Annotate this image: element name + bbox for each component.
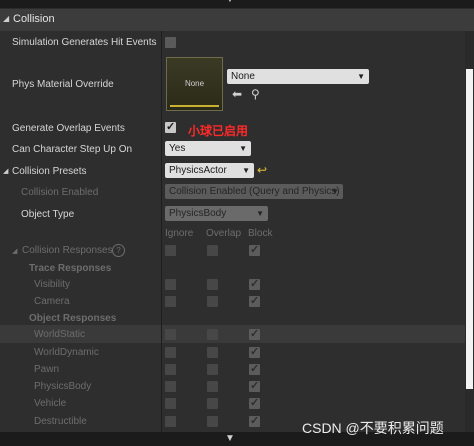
scrollbar-thumb[interactable] bbox=[466, 69, 473, 389]
step-up-value: Yes bbox=[169, 143, 186, 154]
help-icon[interactable]: ? bbox=[112, 244, 125, 257]
pawn-ignore-checkbox bbox=[165, 364, 176, 375]
trace-responses-label: Trace Responses bbox=[29, 263, 112, 274]
destructible-ignore-checkbox bbox=[165, 416, 176, 427]
visibility-overlap-checkbox bbox=[207, 279, 218, 290]
presets-value: PhysicsActor bbox=[169, 165, 227, 176]
annotation-text: 小球已启用 bbox=[188, 124, 249, 138]
destructible-block-checkbox bbox=[249, 414, 260, 427]
pawn-block-checkbox bbox=[249, 362, 260, 375]
watermark: CSDN @不要积累问题 bbox=[302, 420, 444, 436]
all-ignore-checkbox bbox=[165, 245, 176, 256]
worlddynamic-overlap-checkbox bbox=[207, 347, 218, 358]
phys-material-label: Phys Material Override bbox=[12, 79, 114, 90]
step-up-label: Can Character Step Up On bbox=[12, 144, 133, 155]
object-type-label: Object Type bbox=[21, 209, 75, 220]
response-name: WorldStatic bbox=[34, 329, 85, 340]
overlap-column-header: Overlap bbox=[206, 228, 242, 239]
pawn-overlap-checkbox bbox=[207, 364, 218, 375]
collision-enabled-value: Collision Enabled (Query and Physics) bbox=[169, 186, 340, 197]
chevron-down-icon: ▼ bbox=[256, 209, 264, 218]
physicsbody-block-checkbox bbox=[249, 379, 260, 392]
expand-triangle-icon[interactable]: ◢ bbox=[12, 247, 17, 255]
camera-block-checkbox bbox=[249, 294, 260, 307]
scroll-up-arrow-icon[interactable]: ▼ bbox=[225, 0, 235, 5]
ignore-column-header: Ignore bbox=[165, 228, 194, 239]
physicsbody-overlap-checkbox bbox=[207, 381, 218, 392]
phys-material-value: None bbox=[231, 71, 255, 82]
collision-enabled-dropdown: Collision Enabled (Query and Physics) ▼ bbox=[165, 184, 343, 199]
simulation-hit-events-checkbox[interactable] bbox=[165, 37, 176, 48]
chevron-down-icon: ▼ bbox=[239, 144, 247, 153]
object-responses-label: Object Responses bbox=[29, 313, 117, 324]
response-name: WorldDynamic bbox=[34, 347, 99, 358]
response-name: Visibility bbox=[34, 279, 70, 290]
all-overlap-checkbox bbox=[207, 245, 218, 256]
camera-ignore-checkbox bbox=[165, 296, 176, 307]
visibility-ignore-checkbox bbox=[165, 279, 176, 290]
visibility-block-checkbox bbox=[249, 277, 260, 290]
vehicle-ignore-checkbox bbox=[165, 398, 176, 409]
section-header[interactable]: ◢ Collision bbox=[0, 9, 474, 31]
vehicle-overlap-checkbox bbox=[207, 398, 218, 409]
all-block-checkbox bbox=[249, 243, 260, 256]
vehicle-block-checkbox bbox=[249, 396, 260, 409]
chevron-down-icon: ▼ bbox=[242, 166, 250, 175]
material-thumbnail[interactable]: None bbox=[166, 57, 223, 111]
phys-material-dropdown[interactable]: None ▼ bbox=[227, 69, 369, 84]
destructible-overlap-checkbox bbox=[207, 416, 218, 427]
response-name: PhysicsBody bbox=[34, 381, 92, 392]
overlap-events-label: Generate Overlap Events bbox=[12, 123, 125, 134]
simulation-hit-events-label: Simulation Generates Hit Events bbox=[12, 37, 157, 48]
top-bar: ▼ bbox=[0, 0, 474, 8]
browse-search-icon[interactable]: ⚲ bbox=[251, 88, 260, 100]
presets-dropdown[interactable]: PhysicsActor ▼ bbox=[165, 163, 254, 178]
scrollbar[interactable] bbox=[465, 31, 474, 432]
worldstatic-block-checkbox bbox=[249, 327, 260, 340]
section-title: Collision bbox=[13, 13, 55, 25]
worldstatic-ignore-checkbox bbox=[165, 329, 176, 340]
chevron-down-icon: ▼ bbox=[331, 187, 339, 196]
collapse-triangle-icon[interactable]: ◢ bbox=[3, 14, 9, 23]
overlap-events-checkbox[interactable] bbox=[165, 120, 176, 133]
reset-arrow-icon[interactable]: ↩ bbox=[257, 164, 267, 176]
response-name: Vehicle bbox=[34, 398, 67, 409]
collision-responses-label: Collision Responses bbox=[22, 245, 113, 256]
presets-label: Collision Presets bbox=[12, 166, 87, 177]
worldstatic-overlap-checkbox bbox=[207, 329, 218, 340]
camera-overlap-checkbox bbox=[207, 296, 218, 307]
response-name: Camera bbox=[34, 296, 70, 307]
response-name: Destructible bbox=[34, 416, 87, 427]
collision-enabled-label: Collision Enabled bbox=[21, 187, 99, 198]
step-up-dropdown[interactable]: Yes ▼ bbox=[165, 141, 251, 156]
use-selected-arrow-icon[interactable]: ⬅ bbox=[232, 88, 242, 100]
object-type-value: PhysicsBody bbox=[169, 208, 227, 219]
expand-triangle-icon[interactable]: ◢ bbox=[3, 167, 8, 175]
scroll-down-arrow-icon[interactable]: ▼ bbox=[225, 433, 235, 445]
response-name: Pawn bbox=[34, 364, 60, 375]
chevron-down-icon: ▼ bbox=[357, 72, 365, 81]
worlddynamic-ignore-checkbox bbox=[165, 347, 176, 358]
object-type-dropdown[interactable]: PhysicsBody ▼ bbox=[165, 206, 268, 221]
physicsbody-ignore-checkbox bbox=[165, 381, 176, 392]
worlddynamic-block-checkbox bbox=[249, 345, 260, 358]
thumbnail-text: None bbox=[184, 79, 205, 88]
block-column-header: Block bbox=[248, 228, 273, 239]
column-divider[interactable] bbox=[161, 31, 162, 432]
